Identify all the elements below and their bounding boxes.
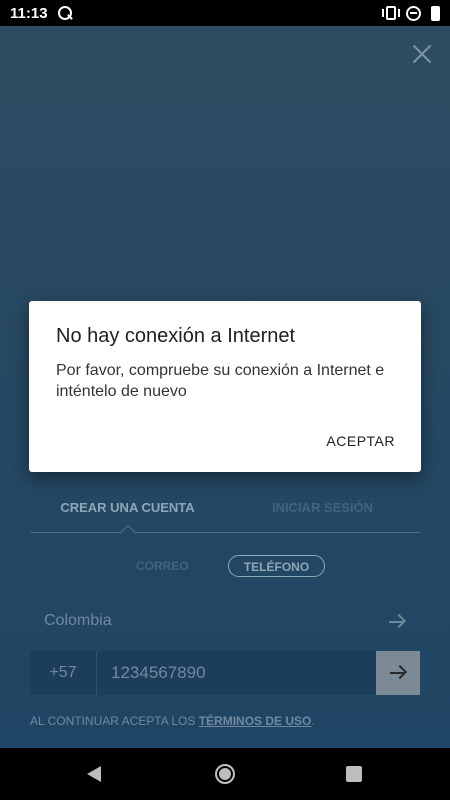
dialog-message: Por favor, compruebe su conexión a Inter… <box>56 362 385 400</box>
do-not-disturb-icon <box>406 5 421 21</box>
navigation-bar <box>0 748 450 800</box>
accept-button[interactable]: ACEPTAR <box>326 433 395 449</box>
app-notification-icon <box>57 6 72 20</box>
no-connection-dialog: No hay conexión a Internet Por favor, co… <box>29 301 421 472</box>
back-icon[interactable] <box>87 766 101 782</box>
vibrate-icon <box>382 6 400 20</box>
status-icons <box>382 5 440 21</box>
status-bar: 11:13 <box>0 0 450 26</box>
recents-icon[interactable] <box>346 766 362 782</box>
status-time: 11:13 <box>10 4 48 22</box>
dialog-title: No hay conexión a Internet <box>56 325 296 347</box>
home-icon[interactable] <box>215 764 235 784</box>
battery-icon <box>431 5 440 21</box>
